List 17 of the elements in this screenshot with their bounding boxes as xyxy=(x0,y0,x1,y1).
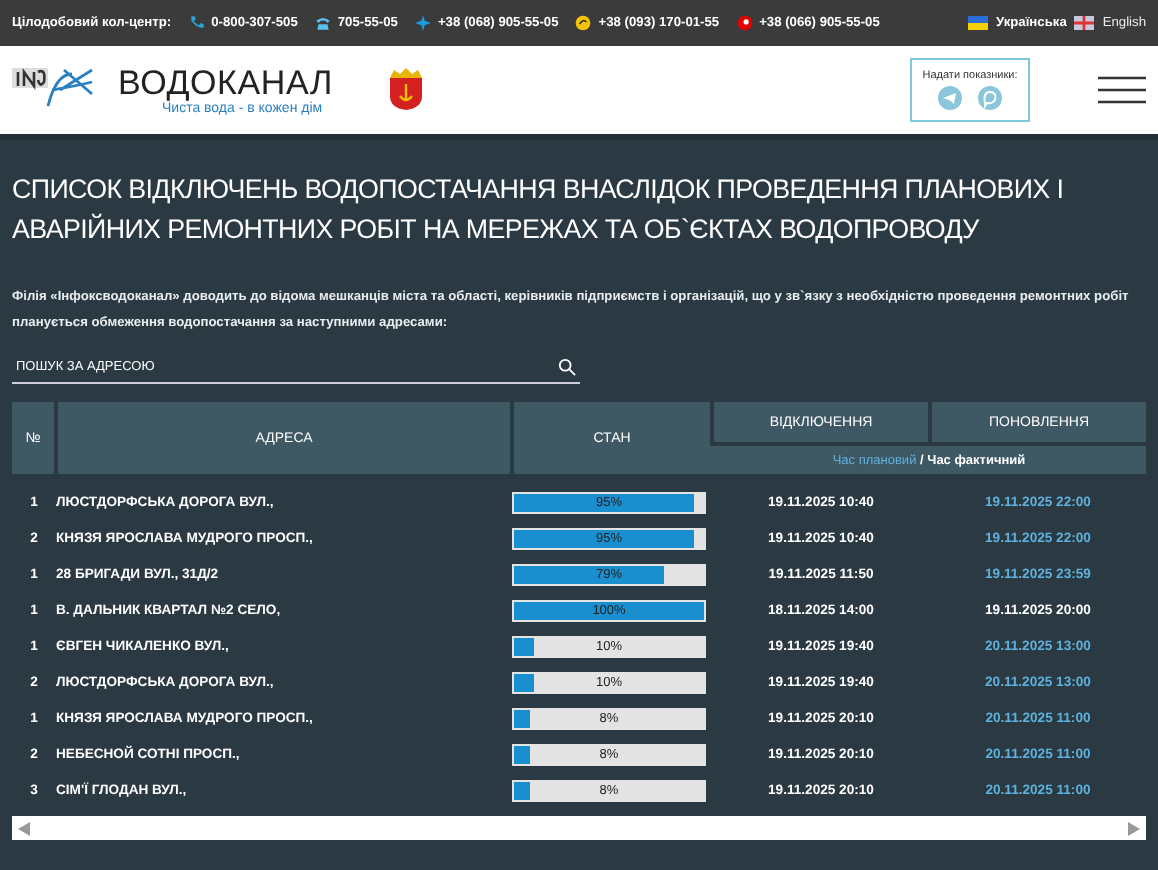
operator-logo-icon xyxy=(413,14,432,32)
phone-icon xyxy=(187,14,206,32)
viber-icon[interactable] xyxy=(978,86,1002,110)
scroll-right-icon[interactable] xyxy=(1128,821,1140,835)
horizontal-scrollbar[interactable] xyxy=(12,816,1146,840)
telephone-icon xyxy=(313,14,332,32)
scroll-left-icon[interactable] xyxy=(18,821,30,835)
menu-icon[interactable] xyxy=(1098,76,1146,104)
flag-icon xyxy=(1074,16,1095,30)
page-title: СПИСОК ВІДКЛЮЧЕНЬ ВОДОПОСТАЧАННЯ ВНАСЛІДОК ПРОВЕДЕННЯ ПЛАНОВИХ І АВАРІЙНИХ РЕМОНТНИХ РОБІТ НА МЕРЕЖАХ ТА ОБ`ЄКТАХ ВОДОПРОВОДУ xyxy=(12,172,1066,248)
vodokanal-logo-text: ВОДОКАНАЛ xyxy=(118,65,333,99)
operator-logo-icon xyxy=(574,14,593,32)
flag-icon xyxy=(967,16,988,30)
telegram-icon[interactable] xyxy=(938,86,962,110)
search-icon[interactable] xyxy=(558,358,576,376)
coat-of-arms-icon xyxy=(388,68,425,112)
operator-logo-icon xyxy=(735,14,754,32)
